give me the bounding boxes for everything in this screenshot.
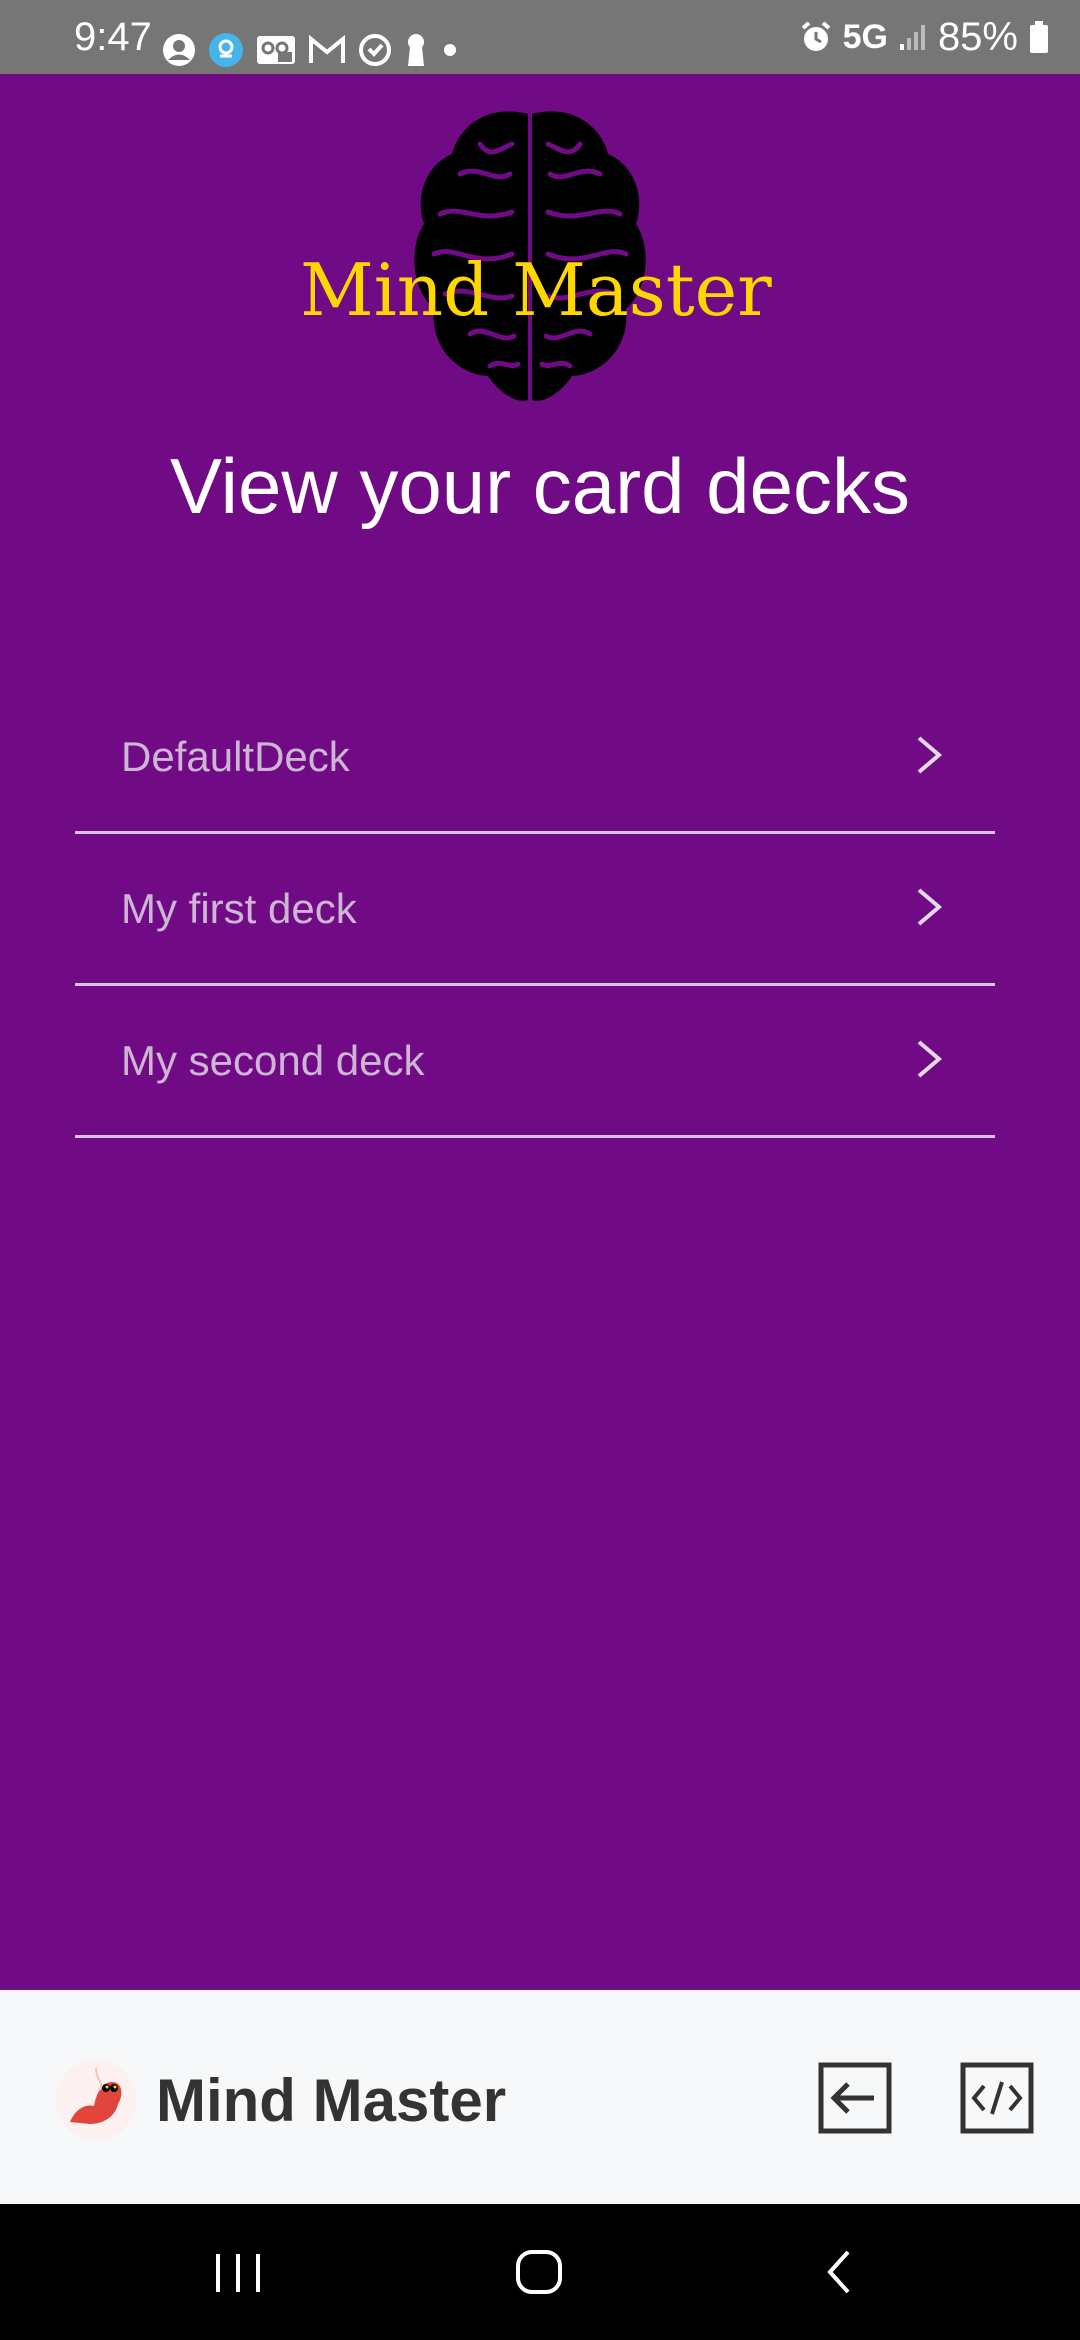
status-time: 9:47: [74, 15, 152, 59]
chevron-right-icon: [915, 1038, 943, 1085]
battery-icon: [1028, 20, 1050, 54]
voicemail-icon: [256, 35, 296, 65]
account-icon: [162, 33, 196, 67]
exit-button[interactable]: [818, 2062, 892, 2134]
exit-icon: [818, 2062, 892, 2138]
status-bar: 9:47 5G 85%: [0, 0, 1080, 74]
location-pin-icon: [208, 32, 244, 68]
app-bar: Mind Master: [0, 1990, 1080, 2204]
alarm-icon: [799, 20, 833, 54]
gmail-icon: [308, 35, 346, 65]
deck-label: My first deck: [121, 885, 357, 932]
heart-check-icon: [358, 33, 392, 67]
home-button[interactable]: [500, 2242, 580, 2302]
network-type: 5G: [842, 17, 888, 56]
chevron-right-icon: [915, 886, 943, 933]
deck-item-my-second-deck[interactable]: My second deck: [75, 986, 995, 1138]
code-icon: [960, 2062, 1034, 2138]
system-status: 5G 85%: [789, 14, 1050, 60]
system-nav-bar: [0, 2204, 1080, 2340]
deck-label: DefaultDeck: [121, 733, 350, 780]
code-button[interactable]: [960, 2062, 1034, 2134]
main-screen: Mind Master View your card decks Default…: [0, 74, 1080, 1990]
home-icon: [500, 2250, 580, 2306]
deck-list: DefaultDeck My first deck My second deck: [75, 682, 995, 1138]
back-button[interactable]: [802, 2242, 882, 2302]
deck-label: My second deck: [121, 1037, 425, 1084]
recent-apps-button[interactable]: [198, 2242, 278, 2302]
battery-percent: 85%: [937, 14, 1018, 59]
app-name: Mind Master: [156, 2067, 507, 2134]
notification-icons: [162, 30, 472, 70]
deck-item-my-first-deck[interactable]: My first deck: [75, 834, 995, 986]
keyhole-icon: [404, 33, 428, 67]
deck-item-defaultdeck[interactable]: DefaultDeck: [75, 682, 995, 834]
signal-icon: [898, 22, 928, 52]
app-avatar: [56, 2060, 136, 2140]
dot-icon: [440, 40, 460, 60]
recent-apps-icon: [198, 2254, 278, 2306]
chevron-right-icon: [915, 734, 943, 781]
app-logo: Mind Master: [300, 104, 780, 424]
back-icon: [802, 2250, 882, 2306]
logo-text: Mind Master: [300, 248, 772, 332]
page-title: View your card decks: [170, 442, 910, 530]
